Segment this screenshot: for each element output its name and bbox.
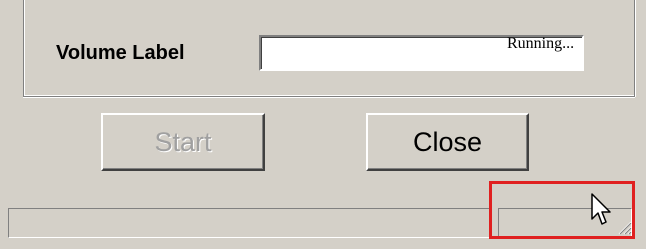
close-button[interactable]: Close: [366, 113, 529, 171]
highlight-annotation-box: [489, 181, 635, 239]
mouse-pointer-icon: [591, 193, 611, 225]
start-button[interactable]: Start: [101, 113, 265, 171]
volume-label-caption: Volume Label: [56, 42, 185, 64]
format-dialog-window: Volume Label Start Close Running...: [0, 0, 646, 249]
resize-grip-icon[interactable]: [616, 219, 632, 235]
status-pane-main: [8, 208, 492, 238]
status-running-text: Running...: [507, 35, 575, 52]
